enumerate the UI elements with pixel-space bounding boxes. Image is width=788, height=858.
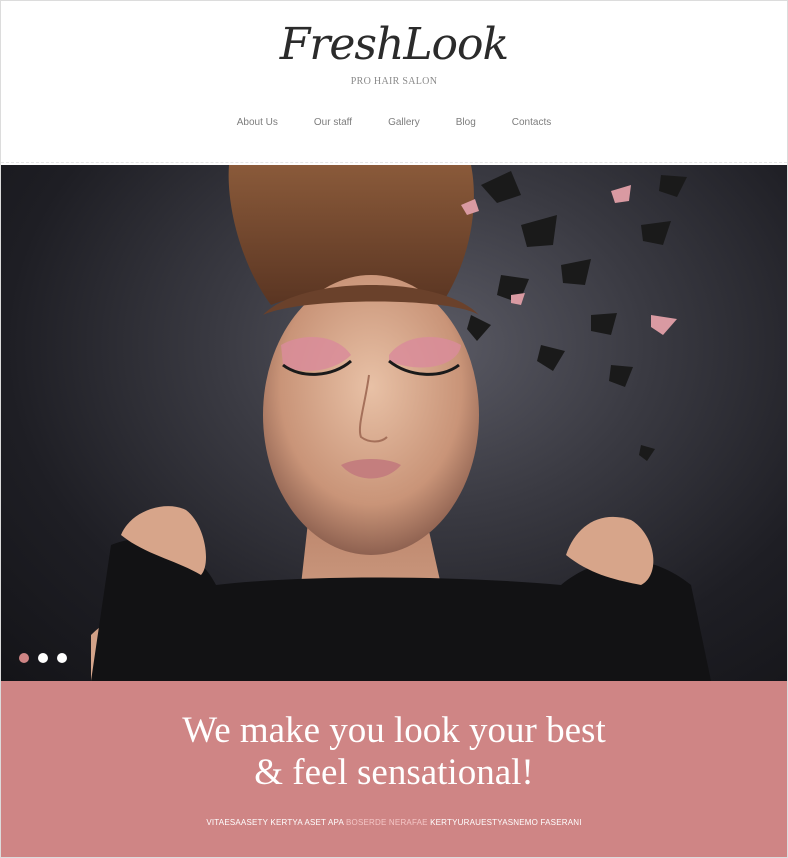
- nav-item-our-staff[interactable]: Our staff: [296, 117, 370, 128]
- main-nav: About Us Our staff Gallery Blog Contacts: [1, 117, 787, 128]
- nav-item-blog[interactable]: Blog: [438, 117, 494, 128]
- banner-subtext: VITAESAASETY KERTYA ASET APA BOSERDE NER…: [1, 818, 787, 827]
- site-logo[interactable]: FreshLook: [1, 15, 787, 75]
- hero-image: [91, 165, 711, 681]
- promo-banner: We make you look your best & feel sensat…: [1, 681, 787, 857]
- nav-item-about-us[interactable]: About Us: [219, 117, 296, 128]
- hero-slider: [1, 165, 787, 681]
- nav-item-gallery[interactable]: Gallery: [370, 117, 438, 128]
- banner-headline-line1: We make you look your best: [182, 710, 606, 751]
- slider-dot-1[interactable]: [19, 653, 29, 663]
- banner-subtext-part2: KERTYURAUESTYASNEMO FASERANI: [430, 818, 582, 827]
- slider-dot-3[interactable]: [57, 653, 67, 663]
- slider-dots: [19, 653, 67, 663]
- site-tagline: PRO HAIR SALON: [350, 76, 438, 87]
- banner-headline-line2: & feel sensational!: [254, 752, 534, 793]
- site-header: FreshLook PRO HAIR SALON About Us Our st…: [1, 1, 787, 163]
- banner-subtext-highlight: BOSERDE NERAFAE: [345, 818, 428, 827]
- slider-dot-2[interactable]: [38, 653, 48, 663]
- page: FreshLook PRO HAIR SALON About Us Our st…: [0, 0, 788, 858]
- nav-item-contacts[interactable]: Contacts: [494, 117, 569, 128]
- banner-subtext-part1: VITAESAASETY KERTYA ASET APA: [206, 818, 344, 827]
